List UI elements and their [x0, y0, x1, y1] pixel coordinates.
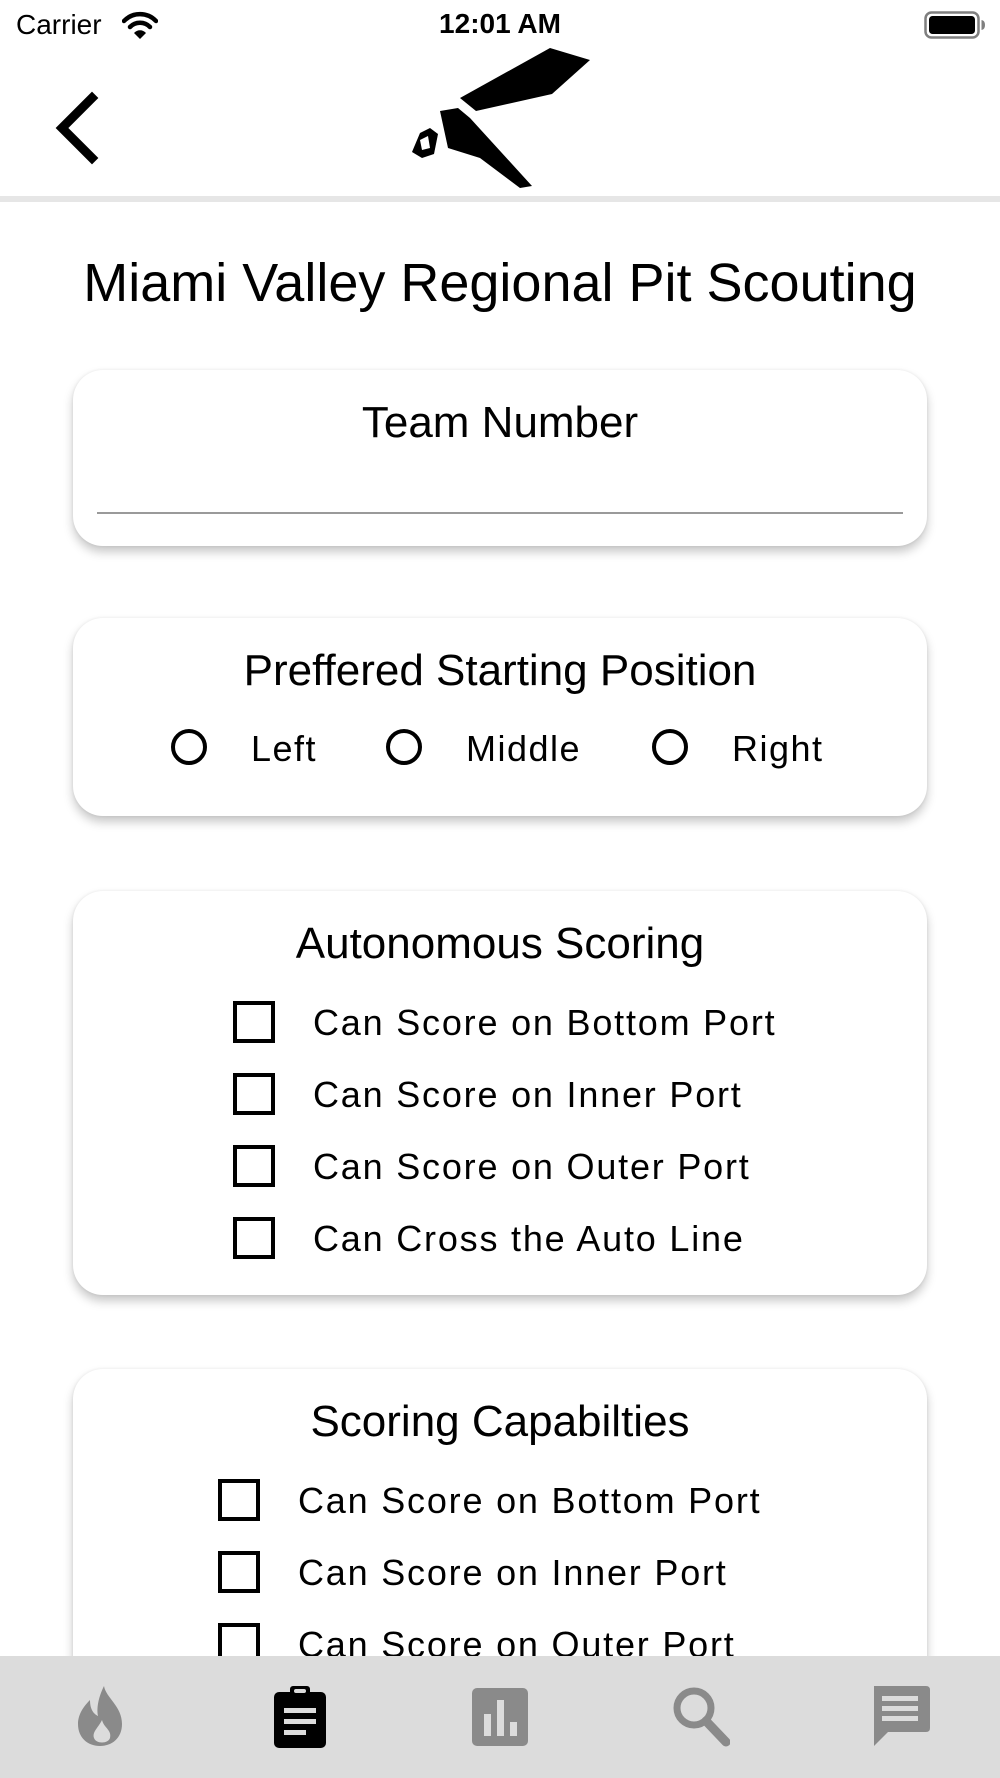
checkbox-box[interactable]	[218, 1623, 260, 1656]
tab-flame[interactable]	[0, 1656, 200, 1778]
starting-position-radio-group: Left Middle Right	[73, 726, 927, 776]
checkbox-box[interactable]	[218, 1551, 260, 1593]
search-icon	[673, 1687, 730, 1747]
scoring-outer-port-checkbox[interactable]: Can Score on Outer Port	[218, 1621, 818, 1656]
checkbox-label: Can Score on Outer Port	[298, 1624, 736, 1656]
radio-label-middle: Middle	[466, 728, 582, 769]
bar-chart-icon	[472, 1688, 528, 1746]
flame-icon	[78, 1686, 122, 1746]
nav-bar	[0, 48, 1000, 196]
checkbox-label: Can Cross the Auto Line	[313, 1218, 745, 1259]
team-number-card: Team Number	[73, 370, 927, 546]
scouting-form[interactable]: Miami Valley Regional Pit Scouting Team …	[0, 202, 1000, 1656]
radio-label-left: Left	[251, 728, 318, 769]
autonomous-scoring-label: Autonomous Scoring	[295, 919, 705, 968]
tab-clipboard[interactable]	[200, 1656, 400, 1778]
team-number-input[interactable]	[97, 460, 903, 514]
checkbox-box[interactable]	[233, 1145, 275, 1187]
radio-middle[interactable]: Middle	[386, 726, 616, 776]
checkbox-box[interactable]	[233, 1217, 275, 1259]
checkbox-box[interactable]	[218, 1479, 260, 1521]
starting-position-label: Preffered Starting Position	[243, 646, 757, 695]
battery-icon	[924, 11, 985, 39]
back-button[interactable]	[48, 88, 108, 168]
auto-inner-port-checkbox[interactable]: Can Score on Inner Port	[233, 1071, 833, 1121]
checkbox-box[interactable]	[233, 1001, 275, 1043]
status-bar: Carrier 12:01 AM	[0, 0, 1000, 48]
checkbox-label: Can Score on Bottom Port	[313, 1002, 777, 1043]
checkbox-label: Can Score on Inner Port	[298, 1552, 728, 1593]
tab-stats[interactable]	[400, 1656, 600, 1778]
radio-left[interactable]: Left	[171, 726, 341, 776]
autonomous-scoring-card: Autonomous Scoring Can Score on Bottom P…	[73, 891, 927, 1295]
radio-label-right: Right	[732, 728, 824, 769]
auto-cross-line-checkbox[interactable]: Can Cross the Auto Line	[233, 1215, 833, 1265]
radio-circle[interactable]	[386, 729, 422, 765]
radio-circle[interactable]	[652, 729, 688, 765]
auto-outer-port-checkbox[interactable]: Can Score on Outer Port	[233, 1143, 833, 1193]
clipboard-icon	[274, 1686, 326, 1748]
auto-bottom-port-checkbox[interactable]: Can Score on Bottom Port	[233, 999, 833, 1049]
scoring-bottom-port-checkbox[interactable]: Can Score on Bottom Port	[218, 1477, 818, 1527]
tab-search[interactable]	[600, 1656, 800, 1778]
chat-icon	[874, 1686, 930, 1746]
app-screen: Carrier 12:01 AM Miami Valley Regional P…	[0, 0, 1000, 1778]
checkbox-box[interactable]	[233, 1073, 275, 1115]
status-time: 12:01 AM	[439, 8, 561, 39]
team-logo	[412, 48, 590, 188]
scoring-capabilities-card: Scoring Capabilties Can Score on Bottom …	[73, 1369, 927, 1656]
page-title: Miami Valley Regional Pit Scouting	[83, 253, 917, 313]
checkbox-label: Can Score on Bottom Port	[298, 1480, 762, 1521]
starting-position-card: Preffered Starting Position Left Middle …	[73, 618, 927, 816]
scoring-inner-port-checkbox[interactable]: Can Score on Inner Port	[218, 1549, 818, 1599]
bottom-tab-bar	[0, 1656, 1000, 1778]
radio-circle[interactable]	[171, 729, 207, 765]
checkbox-label: Can Score on Inner Port	[313, 1074, 743, 1115]
scoring-capabilities-label: Scoring Capabilties	[310, 1397, 690, 1446]
radio-right[interactable]: Right	[652, 726, 852, 776]
checkbox-label: Can Score on Outer Port	[313, 1146, 751, 1187]
team-number-label: Team Number	[361, 398, 639, 447]
tab-chat[interactable]	[800, 1656, 1000, 1778]
